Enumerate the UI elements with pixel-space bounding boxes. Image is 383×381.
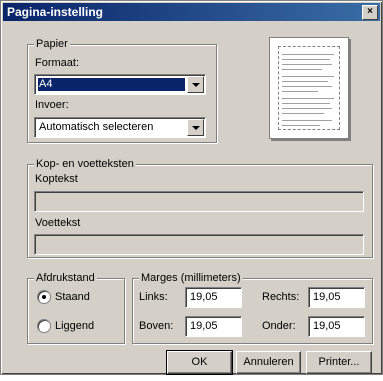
header-field[interactable]: [34, 191, 364, 212]
bottom-margin-label: Onder:: [262, 320, 296, 332]
landscape-label[interactable]: Liggend: [55, 320, 94, 332]
preview-line: [282, 103, 330, 104]
source-value: Automatisch selecteren: [39, 121, 154, 133]
source-label: Invoer:: [35, 99, 69, 111]
left-margin-value: 19,05: [190, 291, 218, 303]
preview-line: [282, 108, 332, 109]
bottom-margin-input[interactable]: 19,05: [308, 316, 365, 337]
margins-legend: Marges (millimeters): [139, 272, 243, 284]
format-label: Formaat:: [35, 57, 80, 69]
preview-line: [282, 64, 332, 65]
preview-line: [282, 81, 328, 82]
close-button[interactable]: ×: [362, 5, 378, 20]
left-margin-label: Links:: [139, 291, 168, 303]
chevron-down-icon[interactable]: [187, 76, 204, 93]
right-margin-label: Rechts:: [262, 291, 300, 303]
printer-button[interactable]: Printer...: [306, 351, 372, 374]
title-bar[interactable]: Pagina-instelling ×: [3, 3, 380, 21]
preview-line: [282, 113, 324, 114]
portrait-label[interactable]: Staand: [55, 291, 90, 303]
ok-button[interactable]: OK: [166, 350, 233, 375]
preview-line: [282, 120, 332, 121]
orientation-legend: Afdrukstand: [34, 272, 97, 284]
source-select[interactable]: Automatisch selecteren: [34, 117, 206, 138]
header-label: Koptekst: [35, 173, 78, 185]
footer-label: Voettekst: [35, 217, 81, 229]
close-icon: ×: [367, 6, 373, 17]
right-margin-input[interactable]: 19,05: [308, 287, 365, 308]
dialog-title: Pagina-instelling: [7, 5, 104, 19]
top-margin-value: 19,05: [190, 320, 218, 332]
preview-line: [282, 91, 318, 92]
format-select[interactable]: A4: [34, 74, 206, 95]
preview-line: [282, 125, 320, 126]
preview-line: [282, 98, 334, 99]
left-margin-input[interactable]: 19,05: [185, 287, 242, 308]
preview-line: [282, 54, 334, 55]
paper-legend: Papier: [34, 38, 70, 50]
right-margin-value: 19,05: [313, 291, 341, 303]
portrait-radio[interactable]: [37, 290, 51, 304]
preview-line: [282, 86, 332, 87]
top-margin-input[interactable]: 19,05: [185, 316, 242, 337]
page-preview: [269, 37, 349, 139]
page-setup-dialog: Pagina-instelling × Papier Formaat: A4 I…: [0, 0, 383, 375]
chevron-down-icon[interactable]: [187, 119, 204, 136]
orientation-group: Afdrukstand: [27, 272, 125, 344]
landscape-radio[interactable]: [37, 319, 51, 333]
format-value: A4: [38, 78, 185, 91]
header-footer-legend: Kop- en voetteksten: [34, 158, 136, 170]
cancel-button[interactable]: Annuleren: [236, 351, 301, 374]
preview-line: [282, 76, 334, 77]
preview-line: [282, 59, 330, 60]
footer-field[interactable]: [34, 234, 364, 255]
bottom-margin-value: 19,05: [313, 320, 341, 332]
top-margin-label: Boven:: [139, 320, 174, 332]
preview-line: [282, 69, 322, 70]
